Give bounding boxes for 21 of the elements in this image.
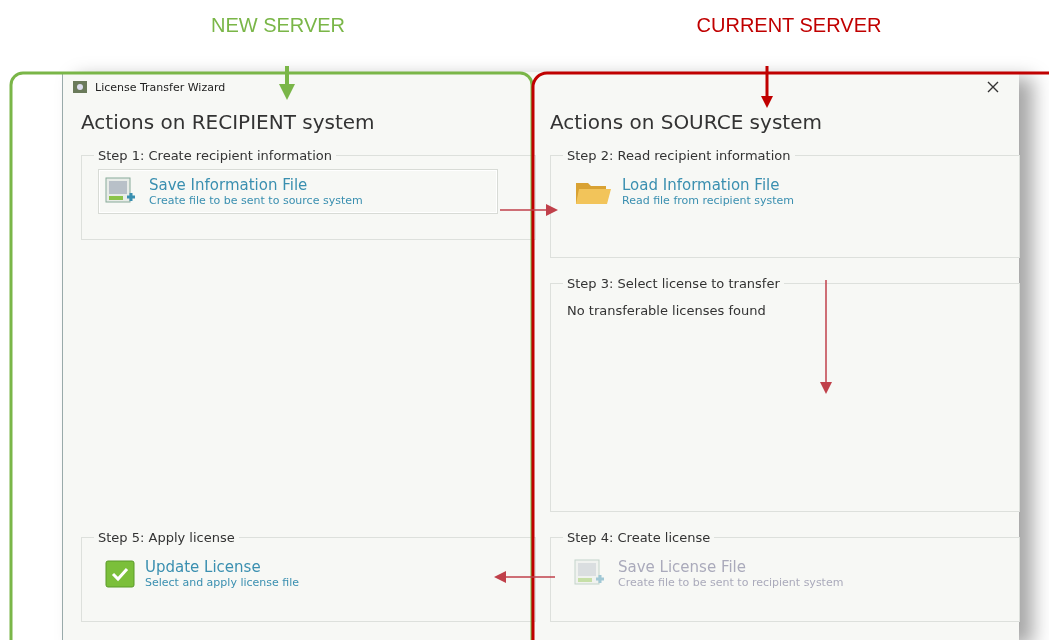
action-button[interactable]: Save Information File Create file to be sent to source system xyxy=(98,169,498,214)
app-icon xyxy=(73,81,87,93)
column-heading: Actions on RECIPIENT system xyxy=(81,110,376,134)
arrow xyxy=(499,204,558,216)
arrow xyxy=(279,66,295,100)
annotation-label: CURRENT SERVER xyxy=(696,14,882,38)
window-title: License Transfer Wizard xyxy=(95,80,226,94)
step-title: Step 3: Select license to transfer xyxy=(566,276,781,291)
step-title: Step 5: Apply license xyxy=(97,530,236,545)
checkmark-icon xyxy=(105,559,135,588)
column-heading: Actions on SOURCE system xyxy=(550,110,823,134)
action-button[interactable]: Update License Select and apply license file xyxy=(98,551,307,596)
step-title: Step 4: Create license xyxy=(566,530,712,545)
step-title: Step 2: Read recipient information xyxy=(566,148,792,163)
action-button[interactable]: Load Information File Read file from recipient system xyxy=(567,169,801,214)
close-icon[interactable] xyxy=(987,81,999,93)
annotation-label: NEW SERVER xyxy=(210,14,346,38)
step-title: Step 1: Create recipient information xyxy=(97,148,334,163)
empty-message: No transferable licenses found xyxy=(567,303,767,318)
arrow xyxy=(761,66,773,108)
arrow xyxy=(494,571,556,583)
